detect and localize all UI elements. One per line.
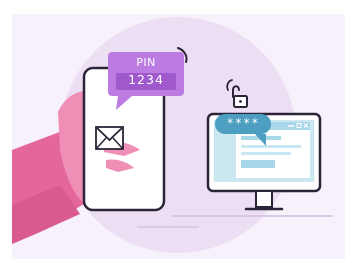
password-bubble: **** [215, 114, 271, 134]
security-illustration: PIN 1234 **** [0, 0, 357, 263]
pin-code: 1234 [128, 72, 164, 87]
envelope-icon [95, 126, 124, 150]
pin-bubble: PIN 1234 [108, 52, 184, 96]
pin-label: PIN [136, 56, 156, 69]
illustration-canvas [12, 14, 345, 259]
masked-password: **** [226, 116, 260, 130]
